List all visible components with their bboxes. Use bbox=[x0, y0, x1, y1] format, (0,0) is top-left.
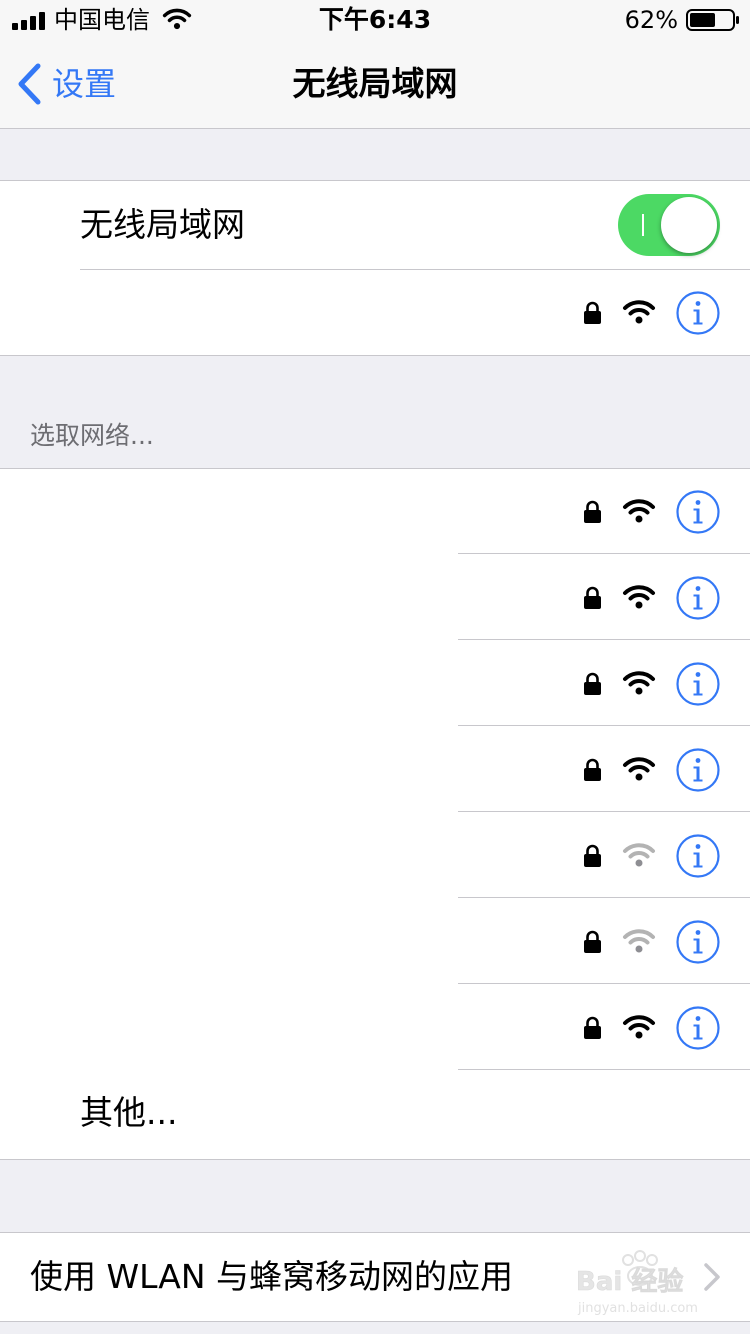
info-icon[interactable] bbox=[676, 662, 720, 706]
wifi-signal-icon bbox=[623, 929, 655, 953]
connected-network-row[interactable] bbox=[0, 270, 750, 355]
lock-icon bbox=[584, 672, 601, 695]
wifi-signal-icon bbox=[623, 671, 655, 695]
battery-percent: 62% bbox=[624, 6, 678, 34]
info-icon[interactable] bbox=[676, 748, 720, 792]
toggle-knob bbox=[661, 197, 717, 253]
row-separator bbox=[458, 897, 750, 898]
row-separator bbox=[458, 553, 750, 554]
network-list: 其他... bbox=[0, 468, 750, 1160]
wifi-signal-icon bbox=[623, 843, 655, 867]
network-row[interactable] bbox=[0, 555, 750, 640]
lock-icon bbox=[584, 500, 601, 523]
network-row[interactable] bbox=[0, 899, 750, 984]
chevron-right-icon bbox=[704, 1263, 720, 1291]
lock-icon bbox=[584, 301, 601, 324]
info-icon[interactable] bbox=[676, 490, 720, 534]
wifi-group: 无线局域网 bbox=[0, 180, 750, 356]
other-network-label[interactable]: 其他... bbox=[80, 1091, 177, 1135]
network-row[interactable] bbox=[0, 985, 750, 1070]
wifi-signal-icon bbox=[623, 757, 655, 781]
lock-icon bbox=[584, 758, 601, 781]
row-separator bbox=[458, 639, 750, 640]
battery-level-fill bbox=[690, 13, 715, 27]
info-icon[interactable] bbox=[676, 1006, 720, 1050]
info-icon[interactable] bbox=[676, 576, 720, 620]
info-icon[interactable] bbox=[676, 920, 720, 964]
wifi-signal-icon bbox=[623, 300, 655, 324]
network-row[interactable] bbox=[0, 813, 750, 898]
lock-icon bbox=[584, 586, 601, 609]
wifi-signal-icon bbox=[623, 499, 655, 523]
wifi-signal-icon bbox=[623, 585, 655, 609]
baidu-watermark: Bai 经验 jingyan.baidu.com bbox=[576, 1250, 698, 1316]
toggle-on-indicator bbox=[642, 214, 644, 236]
lock-icon bbox=[584, 1016, 601, 1039]
wifi-signal-icon bbox=[623, 1015, 655, 1039]
page-title: 无线局域网 bbox=[292, 64, 458, 103]
row-separator bbox=[458, 1069, 750, 1070]
svg-text:Bai 经验: Bai 经验 bbox=[576, 1266, 683, 1297]
info-icon[interactable] bbox=[676, 834, 720, 878]
choose-network-header: 选取网络... bbox=[30, 421, 154, 450]
row-separator bbox=[458, 983, 750, 984]
row-separator bbox=[458, 811, 750, 812]
row-separator bbox=[458, 725, 750, 726]
network-row[interactable] bbox=[0, 727, 750, 812]
apps-using-wlan-label: 使用 WLAN 与蜂窝移动网的应用 bbox=[30, 1257, 514, 1296]
wifi-toggle[interactable] bbox=[618, 194, 720, 256]
svg-text:jingyan.baidu.com: jingyan.baidu.com bbox=[577, 1301, 698, 1316]
status-bar: 中国电信 下午6:43 62% bbox=[0, 0, 750, 40]
network-row[interactable] bbox=[0, 469, 750, 554]
info-icon[interactable] bbox=[676, 291, 720, 335]
wifi-toggle-label: 无线局域网 bbox=[80, 205, 245, 244]
battery-icon bbox=[686, 9, 739, 31]
network-row[interactable] bbox=[0, 641, 750, 726]
lock-icon bbox=[584, 844, 601, 867]
lock-icon bbox=[584, 930, 601, 953]
